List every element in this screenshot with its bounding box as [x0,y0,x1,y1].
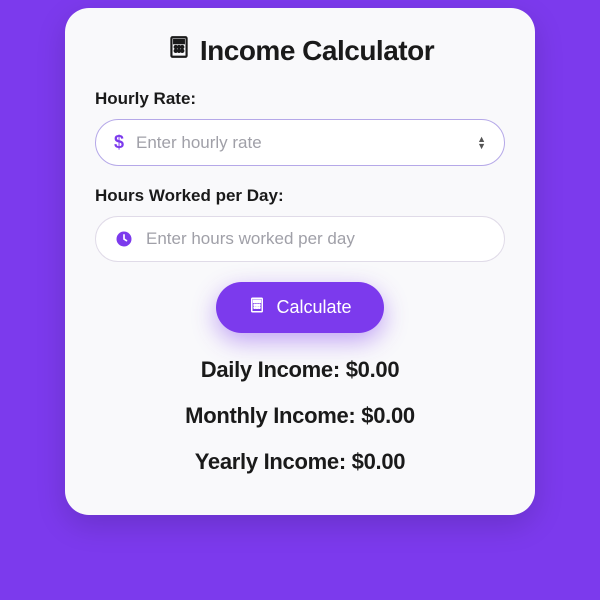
hours-input-wrap[interactable] [95,216,505,262]
monthly-income-value: $0.00 [361,403,415,428]
daily-income-value: $0.00 [346,357,400,382]
calculator-icon [248,296,266,319]
page-title: Income Calculator [95,34,505,67]
calculator-icon [166,34,192,67]
monthly-income-line: Monthly Income: $0.00 [95,403,505,429]
hourly-rate-group: Hourly Rate: $ ▲▼ [95,89,505,166]
daily-income-line: Daily Income: $0.00 [95,357,505,383]
calculator-card: Income Calculator Hourly Rate: $ ▲▼ Hour… [65,8,535,515]
hourly-rate-label: Hourly Rate: [95,89,505,109]
yearly-income-label: Yearly Income: [195,449,346,474]
hourly-rate-input[interactable] [136,133,465,153]
daily-income-label: Daily Income: [201,357,340,382]
calculate-button-label: Calculate [276,297,351,318]
monthly-income-label: Monthly Income: [185,403,355,428]
calculate-button[interactable]: Calculate [216,282,383,333]
results: Daily Income: $0.00 Monthly Income: $0.0… [95,357,505,475]
yearly-income-value: $0.00 [352,449,406,474]
hours-label: Hours Worked per Day: [95,186,505,206]
hours-input[interactable] [146,229,486,249]
yearly-income-line: Yearly Income: $0.00 [95,449,505,475]
title-text: Income Calculator [200,35,434,67]
button-row: Calculate [95,282,505,333]
hourly-rate-input-wrap[interactable]: $ ▲▼ [95,119,505,166]
hours-group: Hours Worked per Day: [95,186,505,262]
dollar-icon: $ [114,132,124,153]
clock-icon [114,229,134,249]
number-spinner-icon[interactable]: ▲▼ [477,136,486,150]
